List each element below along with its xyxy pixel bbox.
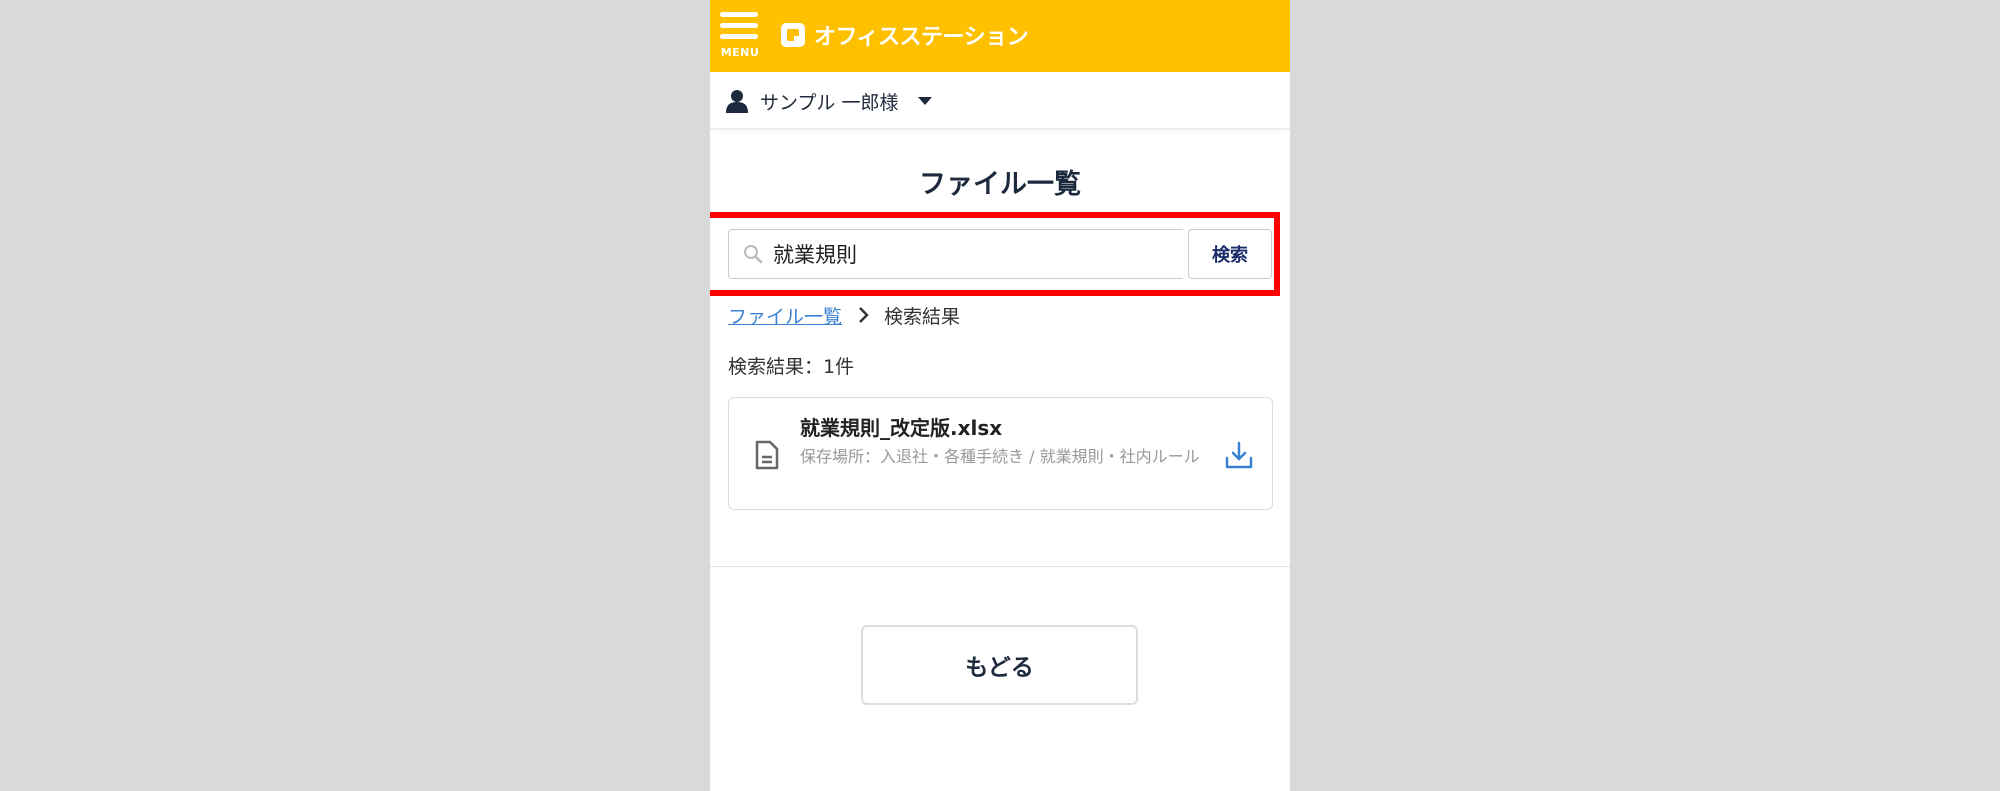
logo-text: オフィスステーション xyxy=(814,25,1029,50)
chevron-right-icon xyxy=(859,307,869,323)
hamburger-icon xyxy=(720,12,758,40)
divider xyxy=(710,566,1290,567)
logo-mark-icon xyxy=(781,23,805,47)
user-menu-button[interactable]: サンプル 一郎様 xyxy=(726,86,933,116)
search-input[interactable] xyxy=(773,236,1173,272)
app-logo[interactable]: オフィスステーション xyxy=(780,18,1029,52)
user-name: サンプル 一郎様 xyxy=(760,91,899,114)
back-button[interactable]: もどる xyxy=(861,625,1138,705)
result-count: 検索結果：1件 xyxy=(728,356,855,378)
menu-button[interactable]: MENU xyxy=(718,10,762,62)
search-icon xyxy=(744,245,763,264)
chevron-down-icon xyxy=(918,97,933,105)
document-icon xyxy=(755,440,779,470)
breadcrumb-link-file-list[interactable]: ファイル一覧 xyxy=(728,302,842,329)
menu-label: MENU xyxy=(720,46,760,59)
app-screen: MENU オフィスステーション サンプル 一郎様 ファイル一覧 就業規則 検索 … xyxy=(710,0,1290,791)
breadcrumb: ファイル一覧 検索結果 xyxy=(728,300,960,330)
file-location: 保存場所：入退社・各種手続き / 就業規則・社内ルール xyxy=(800,447,1200,466)
download-icon[interactable] xyxy=(1224,440,1254,470)
page-title: ファイル一覧 xyxy=(919,169,1081,200)
file-name: 就業規則_改定版.xlsx xyxy=(800,416,1003,440)
user-bar: サンプル 一郎様 xyxy=(710,72,1290,129)
search-button[interactable]: 検索 xyxy=(1188,229,1272,279)
header-bar: MENU オフィスステーション xyxy=(710,0,1290,72)
user-icon xyxy=(726,90,748,113)
breadcrumb-current: 検索結果 xyxy=(884,305,961,328)
search-field[interactable] xyxy=(728,229,1183,279)
file-list-item[interactable]: 就業規則_改定版.xlsx 保存場所：入退社・各種手続き / 就業規則・社内ルー… xyxy=(728,397,1273,510)
